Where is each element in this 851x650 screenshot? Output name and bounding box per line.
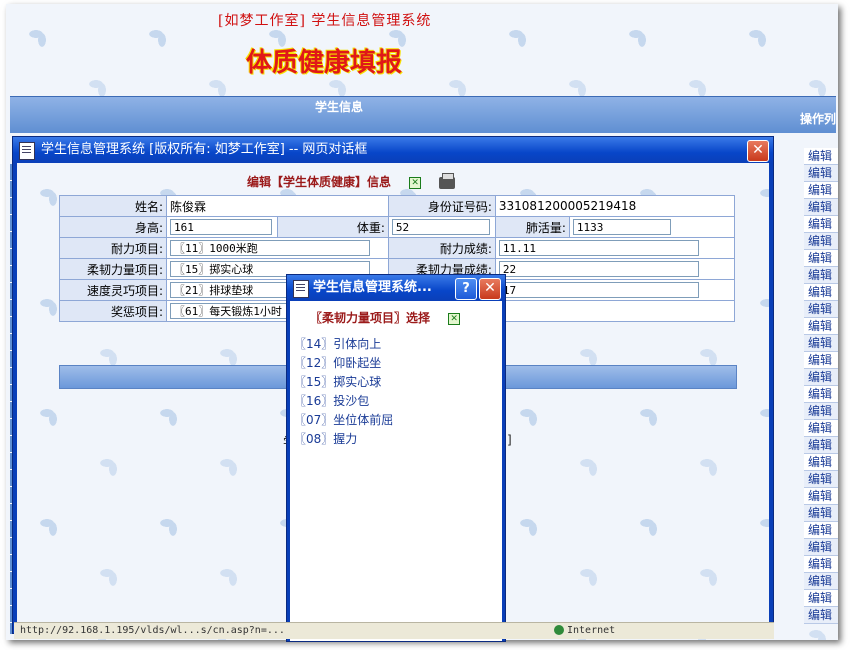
printer-icon[interactable]: [439, 172, 456, 189]
option-item[interactable]: 〖14〗引体向上: [294, 335, 393, 354]
status-url: http://92.168.1.195/vlds/wl...s/cn.asp?n…: [20, 625, 285, 636]
speed-item-label: 速度灵巧项目:: [59, 279, 167, 301]
edit-link[interactable]: 编辑: [804, 590, 838, 607]
form-heading-text: 编辑【学生体质健康】信息: [247, 175, 392, 189]
edit-link[interactable]: 编辑: [804, 556, 838, 573]
form-heading: 编辑【学生体质健康】信息 ✕: [247, 172, 456, 190]
security-zone-label: Internet: [567, 625, 616, 636]
edit-link[interactable]: 编辑: [804, 335, 838, 352]
edit-link[interactable]: 编辑: [804, 165, 838, 182]
id-label: 身份证号码:: [387, 195, 496, 217]
system-title: [如梦工作室] 学生信息管理系统: [218, 13, 432, 29]
edit-link[interactable]: 编辑: [804, 352, 838, 369]
student-info-header: 学生信息: [314, 100, 363, 114]
popup-body: 〖柔韧力量项目〗选择 ✕ 〖14〗引体向上 〖12〗仰卧起坐 〖15〗掷实心球 …: [290, 301, 502, 641]
popup-close-button[interactable]: ✕: [479, 278, 501, 300]
option-item[interactable]: 〖07〗坐位体前屈: [294, 411, 393, 430]
endurance-score-label: 耐力成绩:: [387, 237, 496, 259]
popup-titlebar[interactable]: 学生信息管理系统... ? ✕: [287, 275, 505, 301]
edit-link[interactable]: 编辑: [804, 267, 838, 284]
edit-link[interactable]: 编辑: [804, 284, 838, 301]
selection-popup: 学生信息管理系统... ? ✕ 〖柔韧力量项目〗选择 ✕ 〖14〗引体向上 〖1…: [286, 274, 506, 642]
edit-link[interactable]: 编辑: [804, 573, 838, 590]
edit-link[interactable]: 编辑: [804, 403, 838, 420]
edit-link[interactable]: 编辑: [804, 522, 838, 539]
edit-link[interactable]: 编辑: [804, 386, 838, 403]
name-value: 陈俊霖: [166, 195, 389, 217]
popup-title: 学生信息管理系统...: [313, 280, 432, 295]
edit-link[interactable]: 编辑: [804, 437, 838, 454]
edit-column: 编辑 编辑 编辑 编辑 编辑 编辑 编辑 编辑 编辑 编辑 编辑 编辑 编辑 编辑 编辑 编辑 编辑 编辑 编辑 编辑…: [804, 148, 838, 624]
edit-link[interactable]: 编辑: [804, 471, 838, 488]
edit-link[interactable]: 编辑: [804, 148, 838, 165]
ops-column-header: 操作列: [799, 112, 836, 126]
edit-link[interactable]: 编辑: [804, 216, 838, 233]
edit-link[interactable]: 编辑: [804, 301, 838, 318]
id-value: 331081200005219418: [494, 195, 736, 217]
speed-score-input[interactable]: 17: [498, 282, 699, 298]
height-input[interactable]: 161: [170, 219, 272, 235]
option-item[interactable]: 〖12〗仰卧起坐: [294, 354, 393, 373]
edit-link[interactable]: 编辑: [804, 539, 838, 556]
close-checkbox-icon[interactable]: ✕: [409, 176, 422, 189]
option-item[interactable]: 〖15〗掷实心球: [294, 373, 393, 392]
security-zone: Internet: [554, 623, 615, 639]
flex-item-label: 柔韧力量项目:: [59, 258, 167, 280]
weight-label: 体重:: [277, 216, 389, 238]
option-list: 〖14〗引体向上 〖12〗仰卧起坐 〖15〗掷实心球 〖16〗投沙包 〖07〗坐…: [294, 335, 393, 449]
lung-input[interactable]: 1133: [572, 219, 671, 235]
close-checkbox-icon[interactable]: ✕: [448, 312, 461, 325]
flex-score-input[interactable]: 22: [498, 261, 699, 277]
option-item[interactable]: 〖16〗投沙包: [294, 392, 393, 411]
edit-link[interactable]: 编辑: [804, 454, 838, 471]
edit-link[interactable]: 编辑: [804, 607, 838, 624]
dialog-close-button[interactable]: ✕: [747, 140, 769, 162]
edit-link[interactable]: 编辑: [804, 199, 838, 216]
dialog-titlebar[interactable]: 学生信息管理系统 [版权所有: 如梦工作室] -- 网页对话框 ✕: [13, 137, 773, 163]
page-title: 体质健康填报: [246, 48, 403, 78]
dialog-title: 学生信息管理系统 [版权所有: 如梦工作室] -- 网页对话框: [41, 142, 368, 157]
edit-link[interactable]: 编辑: [804, 420, 838, 437]
page-icon: [19, 142, 35, 160]
endurance-item-input[interactable]: 〖11〗1000米跑: [170, 240, 370, 256]
edit-link[interactable]: 编辑: [804, 505, 838, 522]
edit-link[interactable]: 编辑: [804, 488, 838, 505]
edit-link[interactable]: 编辑: [804, 318, 838, 335]
lung-label: 肺活量:: [494, 216, 570, 238]
option-item[interactable]: 〖08〗握力: [294, 430, 393, 449]
status-bar: http://92.168.1.195/vlds/wl...s/cn.asp?n…: [14, 622, 774, 639]
help-button[interactable]: ?: [455, 278, 477, 300]
footer-text-right: ]: [507, 433, 512, 447]
height-label: 身高:: [59, 216, 167, 238]
reward-label: 奖惩项目:: [59, 300, 167, 322]
popup-heading: 〖柔韧力量项目〗选择 ✕: [310, 309, 461, 326]
page-icon: [293, 280, 309, 298]
globe-icon: [554, 625, 564, 635]
edit-link[interactable]: 编辑: [804, 182, 838, 199]
endurance-item-label: 耐力项目:: [59, 237, 167, 259]
endurance-score-input[interactable]: 11.11: [498, 240, 699, 256]
popup-heading-text: 〖柔韧力量项目〗选择: [310, 311, 431, 325]
edit-link[interactable]: 编辑: [804, 250, 838, 267]
weight-input[interactable]: 52: [391, 219, 490, 235]
name-label: 姓名:: [59, 195, 167, 217]
page-header: [如梦工作室] 学生信息管理系统 体质健康填报: [6, 4, 838, 94]
edit-link[interactable]: 编辑: [804, 369, 838, 386]
edit-link[interactable]: 编辑: [804, 233, 838, 250]
